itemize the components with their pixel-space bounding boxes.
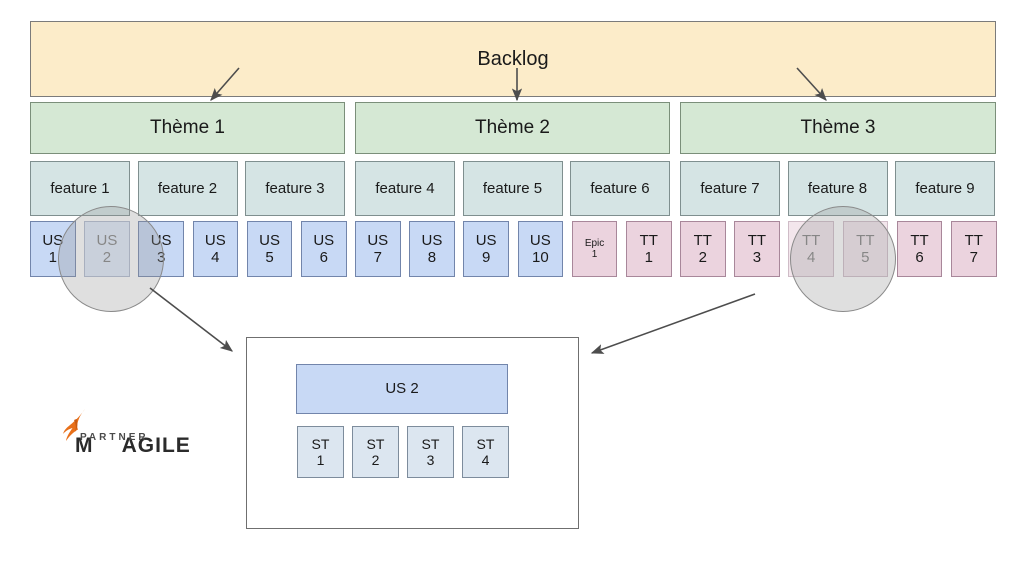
technical-task-card-5: TT 5	[842, 221, 889, 277]
card-label: TT	[964, 231, 983, 249]
epic-card-1: Epic 1	[571, 221, 618, 277]
card-label: US	[42, 231, 64, 249]
feature-card-7: feature 7	[680, 161, 780, 216]
story-card-2: US 2	[84, 221, 130, 277]
theme-box-2: Thème 2	[355, 102, 670, 154]
logo-subtitle: PARTNER	[80, 432, 149, 443]
story-card-6: US 6	[301, 221, 347, 277]
card-label: US	[313, 231, 335, 249]
logo-wordmark: MYYAGILE	[34, 410, 191, 482]
card-label: TT	[693, 231, 712, 249]
theme-box-1: Thème 1	[30, 102, 345, 154]
card-label: Epic	[584, 237, 605, 249]
card-number: 9	[481, 249, 491, 266]
card-label: TT	[801, 231, 821, 249]
card-number: 10	[532, 249, 549, 266]
logo: MYYAGILE PARTNER	[34, 408, 190, 457]
feature-card-2: feature 2	[137, 161, 238, 216]
card-number: 4	[211, 249, 220, 266]
card-number: 6	[915, 249, 924, 266]
story-card-8: US 8	[409, 221, 455, 277]
story-card-1: US 1	[30, 221, 76, 277]
technical-task-card-4: TT 4	[788, 221, 834, 277]
subtask-label: ST	[311, 435, 330, 452]
feature-card-1: feature 1	[30, 161, 130, 216]
card-number: 1	[591, 249, 598, 260]
diagram-canvas: Backlog Thème 1 Thème 2 Thème 3 feature …	[0, 0, 1024, 561]
subtask-label: ST	[476, 435, 495, 452]
card-number: 2	[698, 249, 707, 266]
card-number: 5	[265, 249, 274, 266]
technical-task-card-2: TT 2	[680, 221, 726, 277]
card-label: TT	[747, 231, 767, 249]
technical-task-card-6: TT 6	[896, 221, 943, 277]
story-card-10: US 10	[517, 221, 564, 277]
subtask-label: ST	[366, 435, 385, 452]
feature-card-3: feature 3	[245, 161, 345, 216]
theme-box-3: Thème 3	[680, 102, 996, 154]
detail-story-card: US 2	[296, 364, 508, 414]
card-label: US	[150, 231, 172, 249]
story-card-4: US 4	[192, 221, 239, 277]
story-card-5: US 5	[246, 221, 293, 277]
card-number: 1	[48, 249, 57, 266]
card-number: 4	[806, 249, 816, 266]
subtask-number: 4	[481, 452, 490, 468]
subtask-label: ST	[421, 435, 440, 452]
card-number: 5	[861, 249, 870, 266]
feature-card-4: feature 4	[355, 161, 455, 216]
card-number: 1	[644, 249, 653, 266]
story-card-7: US 7	[355, 221, 401, 277]
card-label: US	[204, 231, 226, 249]
story-card-3: US 3	[138, 221, 184, 277]
backlog-banner: Backlog	[30, 21, 996, 97]
card-number: 7	[969, 249, 978, 266]
subtask-card-1: ST 1	[297, 426, 344, 478]
card-label: US	[421, 231, 443, 249]
technical-task-card-7: TT 7	[951, 221, 997, 277]
card-label: US	[475, 231, 497, 249]
feature-card-8: feature 8	[787, 161, 888, 216]
card-label: TT	[910, 231, 929, 249]
feature-card-9: feature 9	[895, 161, 995, 216]
feature-card-5: feature 5	[462, 161, 563, 216]
card-number: 3	[156, 249, 166, 266]
subtask-card-4: ST 4	[462, 426, 509, 478]
arrow-right-magnifier-to-detail	[590, 293, 756, 354]
card-label: TT	[856, 231, 875, 249]
subtask-number: 2	[371, 452, 380, 468]
story-card-9: US 9	[463, 221, 509, 277]
card-label: TT	[639, 231, 658, 249]
feature-card-6: feature 6	[570, 161, 670, 216]
technical-task-card-1: TT 1	[626, 221, 672, 277]
card-label: US	[259, 231, 280, 249]
subtask-number: 3	[426, 452, 435, 468]
card-number: 6	[319, 249, 328, 266]
card-label: US	[96, 231, 118, 249]
card-number: 2	[102, 249, 112, 266]
subtask-number: 1	[316, 452, 325, 468]
card-number: 3	[752, 249, 762, 266]
card-label: US	[367, 231, 389, 249]
card-number: 7	[373, 249, 382, 266]
subtask-card-2: ST 2	[352, 426, 399, 478]
card-number: 8	[427, 249, 437, 266]
arrow-left-magnifier-to-detail	[149, 287, 234, 352]
card-label: US	[529, 231, 551, 249]
technical-task-card-3: TT 3	[734, 221, 780, 277]
subtask-card-3: ST 3	[407, 426, 454, 478]
